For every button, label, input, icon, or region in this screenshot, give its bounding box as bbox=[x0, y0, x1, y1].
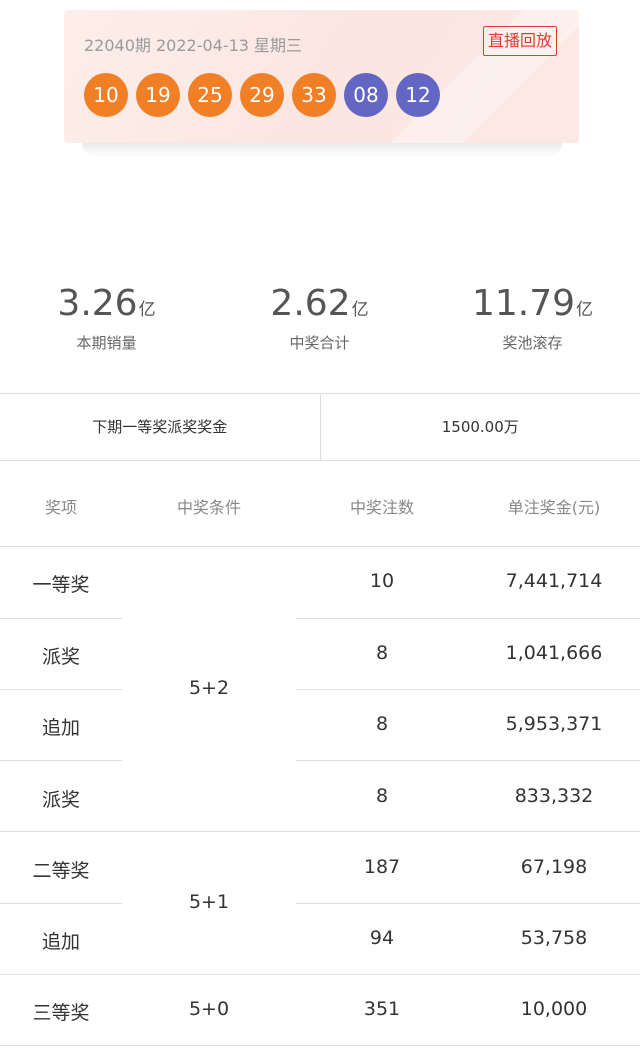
prize-amount: 833,332 bbox=[514, 785, 594, 807]
win-condition: 5+0 bbox=[188, 998, 230, 1020]
draw-card: 22040期 2022-04-13 星期三 直播回放 10 19 25 29 3… bbox=[64, 10, 579, 143]
back-ball: 12 bbox=[396, 73, 440, 117]
front-ball: 33 bbox=[292, 73, 336, 117]
header-condition: 中奖条件 bbox=[176, 498, 241, 517]
stat-value: 3.26 bbox=[57, 283, 138, 324]
row-divider bbox=[0, 689, 122, 690]
prize-name: 派奖 bbox=[41, 646, 80, 668]
prize-amount: 7,441,714 bbox=[505, 570, 603, 592]
next-prize-row: 下期一等奖派奖奖金 1500.00万 bbox=[0, 393, 640, 461]
prize-name: 派奖 bbox=[41, 789, 80, 811]
stat-total-prize: 2.62亿 中奖合计 bbox=[213, 283, 426, 353]
prize-amount: 67,198 bbox=[520, 856, 588, 878]
prize-amount: 5,953,371 bbox=[505, 713, 603, 735]
stat-unit: 亿 bbox=[138, 300, 156, 320]
front-ball: 19 bbox=[136, 73, 180, 117]
front-ball: 25 bbox=[188, 73, 232, 117]
row-divider bbox=[296, 760, 640, 761]
winning-numbers: 10 19 25 29 33 08 12 bbox=[84, 73, 448, 117]
row-divider bbox=[0, 760, 122, 761]
stat-unit: 亿 bbox=[351, 300, 369, 320]
win-condition: 5+2 bbox=[188, 677, 230, 699]
row-divider bbox=[0, 1045, 640, 1046]
row-divider bbox=[0, 903, 122, 904]
header-prize: 奖项 bbox=[44, 498, 77, 517]
prize-name: 一等奖 bbox=[32, 574, 90, 596]
draw-result-card: 22040期 2022-04-13 星期三 直播回放 10 19 25 29 3… bbox=[64, 10, 579, 158]
stat-label: 本期销量 bbox=[76, 334, 137, 352]
draw-issue-date: 22040期 2022-04-13 星期三 bbox=[84, 36, 303, 55]
front-ball: 10 bbox=[84, 73, 128, 117]
live-replay-button[interactable]: 直播回放 bbox=[482, 26, 557, 56]
card-shadow bbox=[82, 143, 562, 157]
prize-name: 三等奖 bbox=[32, 1002, 90, 1024]
row-divider bbox=[296, 689, 640, 690]
row-divider bbox=[296, 903, 640, 904]
front-ball: 29 bbox=[240, 73, 284, 117]
header-count: 中奖注数 bbox=[349, 498, 414, 517]
stat-value: 2.62 bbox=[270, 283, 351, 324]
stat-unit: 亿 bbox=[576, 300, 594, 320]
win-condition: 5+1 bbox=[188, 891, 230, 913]
stat-label: 中奖合计 bbox=[289, 334, 350, 352]
stat-label: 奖池滚存 bbox=[502, 334, 563, 352]
next-prize-value: 1500.00万 bbox=[319, 394, 640, 460]
prize-amount: 53,758 bbox=[520, 927, 588, 949]
prize-name: 二等奖 bbox=[32, 860, 90, 882]
stat-jackpot-pool: 11.79亿 奖池滚存 bbox=[426, 283, 639, 353]
row-divider bbox=[296, 618, 640, 619]
header-amount: 单注奖金(元) bbox=[507, 498, 601, 517]
row-divider bbox=[0, 974, 640, 975]
next-prize-label: 下期一等奖派奖奖金 bbox=[92, 418, 228, 436]
prize-table-header: 奖项 中奖条件 中奖注数 单注奖金(元) bbox=[0, 466, 640, 547]
stat-value: 11.79 bbox=[471, 283, 576, 324]
prize-name: 追加 bbox=[41, 717, 80, 739]
row-divider bbox=[0, 618, 122, 619]
row-divider bbox=[0, 831, 640, 832]
stat-sales: 3.26亿 本期销量 bbox=[0, 283, 213, 353]
prize-amount: 10,000 bbox=[520, 998, 588, 1020]
prize-name: 追加 bbox=[41, 931, 80, 953]
prize-amount: 1,041,666 bbox=[505, 642, 603, 664]
sales-stats: 3.26亿 本期销量 2.62亿 中奖合计 11.79亿 奖池滚存 bbox=[0, 283, 640, 353]
back-ball: 08 bbox=[344, 73, 388, 117]
